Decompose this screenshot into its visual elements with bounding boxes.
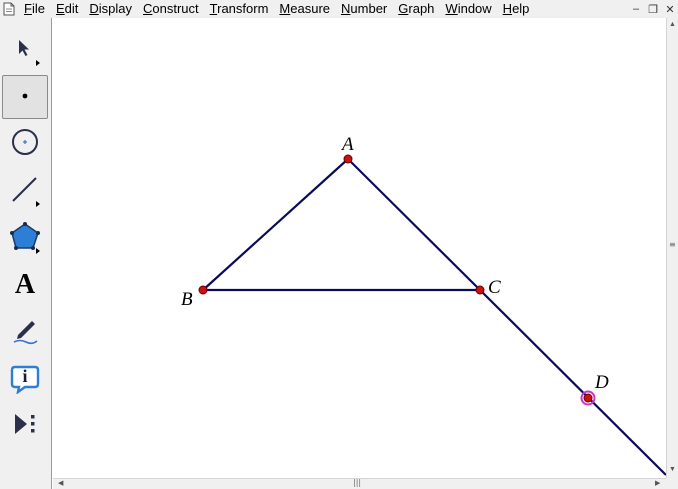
point-b[interactable] — [198, 285, 208, 295]
point-d[interactable] — [583, 393, 593, 403]
label-b[interactable]: B — [181, 289, 193, 310]
label-a[interactable]: A — [340, 134, 354, 155]
ray-cd[interactable] — [479, 289, 667, 476]
point-c[interactable] — [475, 285, 485, 295]
submenu-arrow-icon — [36, 201, 40, 207]
restore-button[interactable]: ❐ — [645, 1, 661, 17]
point-tool[interactable] — [2, 75, 48, 119]
scroll-left-arrow-icon[interactable]: ◀ — [58, 480, 63, 488]
menu-file[interactable]: File — [18, 0, 50, 18]
menu-help[interactable]: Help — [497, 0, 535, 18]
information-glyph: i — [22, 366, 28, 386]
menu-edit[interactable]: Edit — [50, 0, 83, 18]
arrow-tool[interactable] — [2, 28, 48, 72]
menu-display[interactable]: Display — [83, 0, 137, 18]
minimize-button[interactable]: – — [628, 1, 644, 17]
label-c[interactable]: C — [488, 277, 501, 298]
menu-number[interactable]: Number — [335, 0, 392, 18]
custom-tool[interactable] — [2, 404, 48, 448]
marker-pen-icon — [10, 315, 40, 350]
sketch-svg: A B C D — [181, 134, 667, 476]
close-button[interactable]: ✕ — [662, 1, 678, 17]
scroll-grip-icon[interactable]: ≡ — [669, 240, 676, 249]
straightedge-tool[interactable] — [2, 169, 48, 213]
polygon-tool[interactable] — [2, 216, 48, 260]
information-tool[interactable]: i — [2, 357, 48, 401]
menu-measure[interactable]: Measure — [273, 0, 335, 18]
segment-ab[interactable] — [202, 158, 349, 291]
scroll-up-arrow-icon[interactable]: ▲ — [669, 21, 676, 29]
menu-graph[interactable]: Graph — [392, 0, 439, 18]
vertical-scrollbar[interactable]: ▲ ≡ ▼ — [666, 18, 678, 478]
text-tool[interactable]: A — [2, 263, 48, 307]
scrollbar-corner — [666, 478, 678, 489]
text-icon: A — [14, 269, 36, 300]
menu-window[interactable]: Window — [439, 0, 496, 18]
label-d[interactable]: D — [594, 372, 609, 393]
menu-construct[interactable]: Construct — [137, 0, 204, 18]
scroll-grip-icon[interactable]: ||| — [353, 478, 361, 487]
information-icon: i — [9, 364, 41, 394]
circle-icon — [10, 127, 40, 162]
segment-ac[interactable] — [347, 158, 481, 291]
scroll-down-arrow-icon[interactable]: ▼ — [669, 466, 676, 474]
menu-transform[interactable]: Transform — [204, 0, 274, 18]
point-a[interactable] — [343, 154, 353, 164]
toolbox: A i — [0, 18, 52, 489]
sketch-canvas[interactable]: A B C D — [53, 18, 667, 478]
scroll-right-arrow-icon[interactable]: ▶ — [655, 480, 660, 488]
point-icon — [20, 88, 30, 106]
selection-arrow-icon — [15, 38, 35, 63]
submenu-arrow-icon — [36, 248, 40, 254]
horizontal-scrollbar[interactable]: ◀ ||| ▶ — [53, 478, 666, 489]
compass-tool[interactable] — [2, 122, 48, 166]
marker-tool[interactable] — [2, 310, 48, 354]
submenu-arrow-icon — [36, 60, 40, 66]
menu-bar: File Edit Display Construct Transform Me… — [0, 0, 678, 18]
app-icon[interactable] — [0, 0, 18, 18]
custom-tools-icon — [11, 411, 39, 442]
